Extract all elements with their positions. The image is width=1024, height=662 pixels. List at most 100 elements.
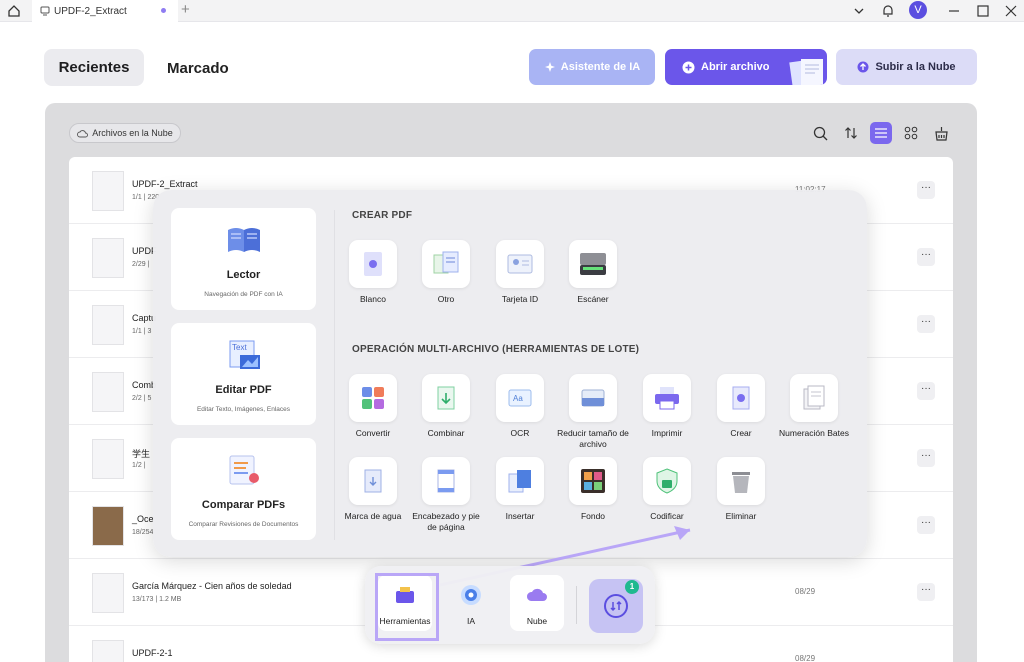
cloud-files-chip[interactable]: Archivos en la Nube: [69, 123, 181, 143]
more-options-button[interactable]: ···: [917, 315, 935, 333]
upload-cloud-button[interactable]: Subir a la Nube: [836, 49, 977, 85]
more-options-button[interactable]: ···: [917, 248, 935, 266]
shield-lock-icon: [656, 468, 678, 494]
reader-card[interactable]: Lector Navegación de PDF con IA: [171, 208, 316, 310]
edit-pdf-card[interactable]: Text Editar PDF Editar Texto, Imágenes, …: [171, 323, 316, 425]
create-label: Crear: [730, 428, 752, 438]
print-label: Imprimir: [651, 428, 683, 438]
header-footer-label: Encabezado y pie de página: [412, 511, 480, 532]
title-bar: UPDF-2_Extract + V: [0, 0, 1024, 22]
more-options-button[interactable]: ···: [917, 583, 935, 601]
file-thumbnail: [92, 439, 124, 479]
insert-icon: [508, 470, 531, 493]
bell-icon[interactable]: [879, 2, 897, 20]
blank-page-icon: [364, 252, 382, 276]
file-name: _Oce: [132, 514, 154, 524]
tab-recent[interactable]: Recientes: [44, 49, 144, 86]
ai-assistant-button[interactable]: Asistente de IA: [529, 49, 655, 85]
search-icon[interactable]: [809, 122, 831, 144]
ocr-tool[interactable]: Aa OCR: [483, 374, 557, 439]
insert-label: Insertar: [505, 511, 535, 521]
bates-label: Numeración Bates: [779, 428, 849, 438]
create-icon: [732, 386, 750, 410]
watermark-icon: [364, 469, 382, 493]
file-name: UPDF-2-1: [132, 648, 173, 658]
file-name: García Márquez - Cien años de soledad: [132, 581, 292, 591]
chevron-down-icon[interactable]: [850, 2, 868, 20]
open-file-button[interactable]: Abrir archivo: [665, 49, 827, 85]
more-options-button[interactable]: ···: [917, 449, 935, 467]
document-icon: [40, 6, 50, 16]
svg-text:Text: Text: [232, 343, 247, 352]
insert-tool[interactable]: Insertar: [483, 457, 557, 522]
document-tab[interactable]: UPDF-2_Extract: [32, 0, 178, 22]
grid-view-icon[interactable]: [900, 122, 922, 144]
list-view-icon[interactable]: [870, 122, 892, 144]
create-pdf-heading: CREAR PDF: [352, 210, 413, 221]
upload-icon: [857, 61, 869, 73]
home-icon[interactable]: [6, 3, 22, 19]
batch-heading: OPERACIÓN MULTI-ARCHIVO (HERRAMIENTAS DE…: [352, 344, 640, 355]
bates-icon: [803, 385, 825, 410]
header-footer-tool[interactable]: Encabezado y pie de página: [409, 457, 483, 533]
file-name: UPDF-2_Extract: [132, 179, 198, 189]
compress-label: Reducir tamaño de archivo: [557, 428, 629, 449]
cloud-icon: [526, 588, 547, 601]
sparkle-icon: [544, 62, 555, 72]
more-options-button[interactable]: ···: [917, 181, 935, 199]
compare-pdf-title: Comparar PDFs: [201, 499, 286, 511]
edit-pdf-title: Editar PDF: [215, 384, 272, 396]
create-tool[interactable]: Crear: [704, 374, 778, 439]
new-tab-button[interactable]: +: [181, 1, 190, 18]
ocr-label: OCR: [510, 428, 530, 438]
compare-pdf-card[interactable]: Comparar PDFs Comparar Revisiones de Doc…: [171, 438, 316, 540]
combine-label: Combinar: [427, 428, 465, 438]
convert-tool[interactable]: Convertir: [336, 374, 410, 439]
delete-tool[interactable]: Eliminar: [704, 457, 778, 522]
minimize-icon[interactable]: [945, 2, 963, 20]
sort-icon[interactable]: [840, 122, 862, 144]
other-pdf-label: Otro: [437, 294, 455, 304]
sync-icon: [604, 594, 628, 618]
scanner-tool[interactable]: Escáner: [556, 240, 630, 305]
id-card-tool[interactable]: Tarjeta ID: [483, 240, 557, 305]
ai-dock-label: IA: [466, 616, 476, 626]
convert-icon: [362, 387, 384, 409]
watermark-tool[interactable]: Marca de agua: [336, 457, 410, 522]
delete-label: Eliminar: [725, 511, 757, 521]
cloud-dock-item[interactable]: Nube: [510, 575, 564, 631]
bates-tool[interactable]: Numeración Bates: [777, 374, 851, 439]
file-thumbnail: [92, 305, 124, 345]
maximize-icon[interactable]: [974, 2, 992, 20]
background-tool[interactable]: Fondo: [556, 457, 630, 522]
blank-pdf-label: Blanco: [360, 294, 386, 304]
other-pdf-tool[interactable]: Otro: [409, 240, 483, 305]
compare-pdf-subtitle: Comparar Revisiones de Documentos: [188, 521, 299, 528]
encrypt-tool[interactable]: Codificar: [630, 457, 704, 522]
edit-text-icon: Text: [229, 340, 260, 369]
compress-tool[interactable]: Reducir tamaño de archivo: [556, 374, 630, 450]
blank-pdf-tool[interactable]: Blanco: [336, 240, 410, 305]
scanner-icon: [580, 253, 606, 275]
more-options-button[interactable]: ···: [917, 516, 935, 534]
ai-dock-item[interactable]: IA: [444, 575, 498, 631]
popup-divider: [334, 210, 335, 540]
compare-icon: [229, 455, 259, 485]
documents-stack-icon: [789, 59, 823, 85]
cloud-icon: [77, 129, 89, 137]
user-avatar[interactable]: V: [909, 1, 927, 19]
upload-cloud-label: Subir a la Nube: [875, 61, 956, 73]
more-options-button[interactable]: ···: [917, 382, 935, 400]
compress-icon: [581, 389, 605, 407]
clear-history-icon[interactable]: [930, 122, 952, 144]
file-date: 08/29: [795, 587, 816, 596]
combine-tool[interactable]: Combinar: [409, 374, 483, 439]
ai-assistant-label: Asistente de IA: [560, 61, 641, 73]
file-name: 学生: [132, 449, 151, 459]
file-meta: 2/2 | 5: [132, 395, 152, 402]
print-tool[interactable]: Imprimir: [630, 374, 704, 439]
close-icon[interactable]: [1002, 2, 1020, 20]
tab-bookmarked[interactable]: Marcado: [167, 60, 229, 77]
background-label: Fondo: [580, 511, 606, 521]
palette-icon: [581, 469, 605, 493]
